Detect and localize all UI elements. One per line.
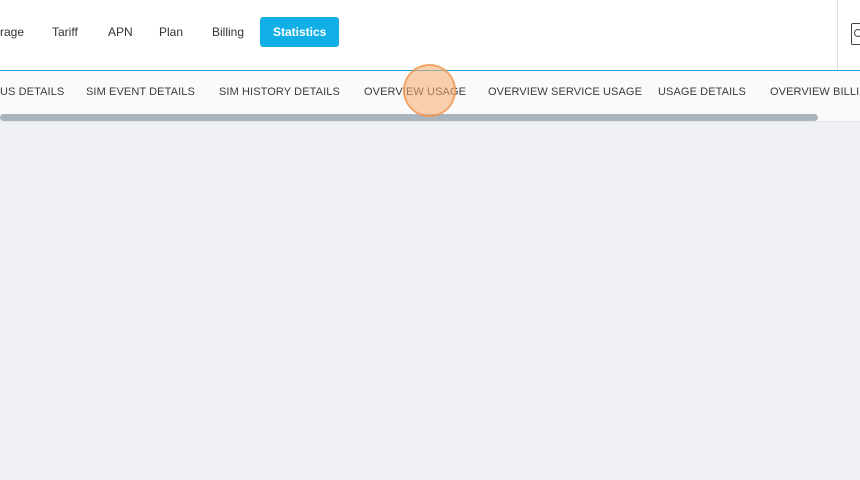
tab-sim-history-details[interactable]: SIM HISTORY DETAILS — [219, 86, 340, 98]
header-divider — [837, 0, 838, 70]
nav-item-coverage[interactable]: rage — [0, 17, 24, 47]
user-card-icon[interactable] — [851, 23, 860, 45]
tab-bar-horizontal-scrollbar[interactable] — [0, 114, 818, 121]
nav-item-tariff[interactable]: Tariff — [52, 17, 78, 47]
nav-item-plan[interactable]: Plan — [159, 17, 183, 47]
statistics-content-area — [0, 122, 860, 480]
tab-status-details[interactable]: US DETAILS — [0, 86, 64, 98]
tab-overview-usage[interactable]: OVERVIEW USAGE — [364, 86, 466, 98]
top-navigation-bar: rage Tariff APN Plan Billing Statistics — [0, 0, 860, 71]
tab-sim-event-details[interactable]: SIM EVENT DETAILS — [86, 86, 195, 98]
nav-item-billing[interactable]: Billing — [212, 17, 244, 47]
nav-item-statistics[interactable]: Statistics — [260, 17, 340, 47]
tab-overview-billing[interactable]: OVERVIEW BILLIN — [770, 86, 860, 98]
nav-item-apn[interactable]: APN — [108, 17, 133, 47]
tab-usage-details[interactable]: USAGE DETAILS — [658, 86, 746, 98]
tab-overview-service-usage[interactable]: OVERVIEW SERVICE USAGE — [488, 86, 642, 98]
